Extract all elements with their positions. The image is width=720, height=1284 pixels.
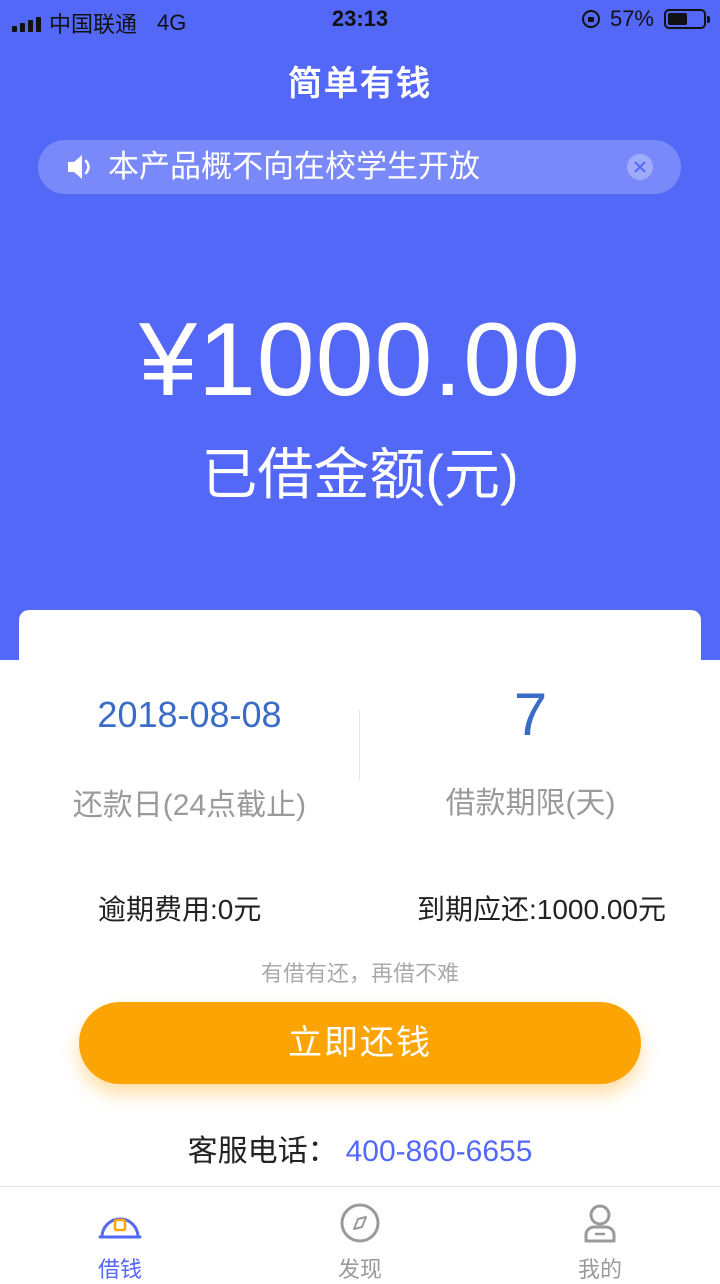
service-phone-link[interactable]: 400-860-6655: [346, 1135, 533, 1168]
loan-term-label: 借款期限(天): [445, 787, 616, 820]
battery-fill: [668, 13, 687, 25]
borrowed-amount-label: 已借金额(元): [201, 443, 519, 506]
tab-mine[interactable]: 我的: [480, 1187, 720, 1282]
status-bar: 中国联通 4G 23:13 57%: [0, 0, 720, 40]
loan-term-value: 7: [513, 681, 548, 748]
battery-icon: [664, 9, 710, 29]
bottom-tab-bar: 借钱 发现 我的: [0, 1186, 720, 1282]
rotation-lock-icon: [581, 10, 600, 28]
due-amount: 到期应还:1000.00元: [417, 894, 666, 925]
repay-date-label: 还款日(24点截止): [72, 789, 307, 822]
notice-banner[interactable]: 本产品概不向在校学生开放: [38, 140, 681, 194]
tab-label: 我的: [577, 1257, 622, 1282]
repay-date-value: 2018-08-08: [97, 694, 282, 735]
repay-date-block: 2018-08-08 还款日(24点截止): [19, 680, 360, 826]
slogan-text: 有借有还，再借不难: [260, 961, 459, 986]
loan-card: 2018-08-08 还款日(24点截止) 7 借款期限(天) 逾期费用:0元 …: [19, 610, 701, 1250]
page-title: 简单有钱: [288, 65, 432, 103]
status-right: 57%: [581, 6, 710, 32]
speaker-icon: [68, 155, 90, 179]
close-icon[interactable]: [627, 154, 653, 180]
tab-discover[interactable]: 发现: [240, 1187, 480, 1282]
tab-borrow[interactable]: 借钱: [0, 1187, 240, 1282]
user-icon: [584, 1204, 616, 1243]
loan-term-block: 7 借款期限(天): [360, 680, 701, 824]
tab-label: 借钱: [97, 1257, 142, 1282]
overdue-fee: 逾期费用:0元: [98, 894, 262, 925]
battery-percent: 57%: [609, 6, 654, 31]
compass-icon: [340, 1203, 380, 1243]
wallet-icon: [98, 1217, 142, 1239]
customer-service: 客服电话： 400-860-6655: [19, 1126, 701, 1170]
notice-text: 本产品概不向在校学生开放: [108, 149, 480, 184]
repay-now-button[interactable]: 立即还钱: [79, 1002, 641, 1084]
service-label: 客服电话：: [187, 1135, 338, 1168]
borrowed-amount: ¥1000.00: [139, 302, 581, 418]
tab-label: 发现: [337, 1257, 382, 1282]
